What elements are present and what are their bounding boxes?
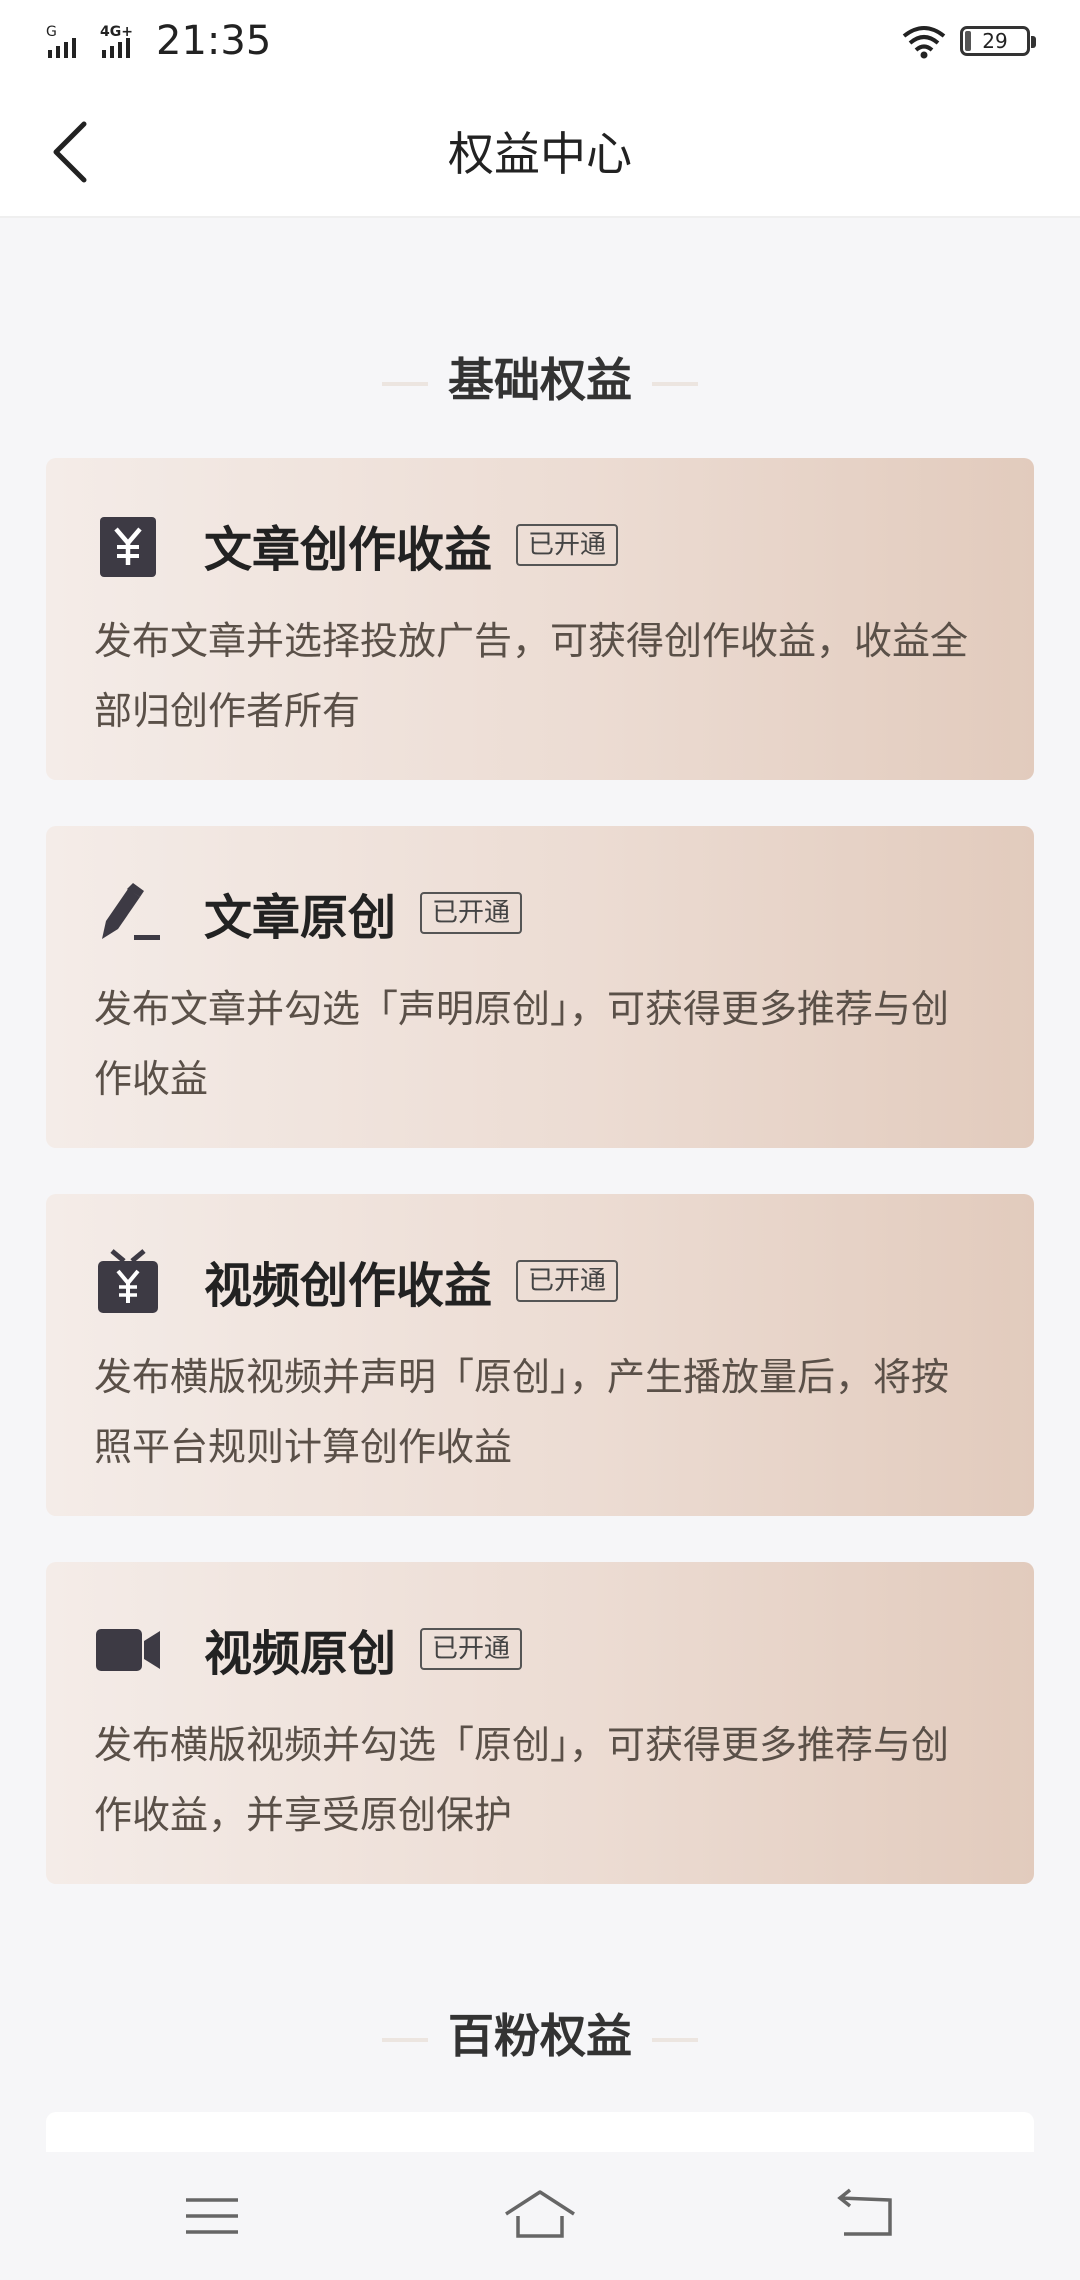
home-icon[interactable]: [500, 2186, 580, 2246]
menu-icon[interactable]: [172, 2186, 252, 2246]
benefit-card-video-original[interactable]: 视频原创 已开通 发布横版视频并勾选「原创」，可获得更多推荐与创作收益，并享受原…: [46, 1562, 1034, 1884]
page-title: 权益中心: [448, 127, 632, 181]
benefit-card-video-income[interactable]: 视频创作收益 已开通 发布横版视频并声明「原创」，产生播放量后，将按照平台规则计…: [46, 1194, 1034, 1516]
card-description: 发布文章并选择投放广告，可获得创作收益，收益全部归创作者所有: [94, 619, 969, 733]
tv-yen-icon: [98, 1249, 158, 1313]
battery-level: 29: [982, 29, 1008, 53]
signal-2-label: 4G+: [100, 24, 133, 40]
card-title: 视频原创: [204, 1626, 397, 1682]
card-description: 发布横版视频并声明「原创」，产生播放量后，将按照平台规则计算创作收益: [94, 1355, 950, 1469]
system-nav-bar: [0, 2152, 1080, 2280]
status-badge: 已开通: [516, 524, 619, 566]
card-description: 发布横版视频并勾选「原创」，可获得更多推荐与创作收益，并享受原创保护: [94, 1723, 950, 1837]
yen-document-icon: [100, 517, 156, 577]
nav-header: 权益中心: [0, 88, 1080, 218]
card-title: 文章原创: [204, 890, 397, 946]
back-icon[interactable]: [830, 2186, 910, 2246]
pen-icon: [102, 883, 160, 940]
signal-1-label: G: [46, 24, 57, 40]
status-badge: 已开通: [420, 892, 523, 934]
section-title-basic: 基础权益: [0, 344, 1080, 410]
status-time: 21:35: [156, 18, 272, 64]
wifi-icon: [902, 26, 946, 59]
card-title: 文章创作收益: [204, 522, 493, 578]
card-title: 视频创作收益: [204, 1258, 493, 1314]
video-camera-icon: [96, 1629, 160, 1671]
benefit-card-article-original[interactable]: 文章原创 已开通 发布文章并勾选「声明原创」，可获得更多推荐与创作收益: [46, 826, 1034, 1148]
section-title-hundred-fans: 百粉权益: [0, 2000, 1080, 2066]
status-badge: 已开通: [420, 1628, 523, 1670]
card-description: 发布文章并勾选「声明原创」，可获得更多推荐与创作收益: [94, 987, 950, 1101]
status-bar: G 4G+ 21:35 29: [0, 0, 1080, 88]
cellular-signal-icon: G 4G+: [46, 24, 133, 58]
status-badge: 已开通: [516, 1260, 619, 1302]
battery-icon: 29: [960, 26, 1030, 56]
benefit-card-article-income[interactable]: 文章创作收益 已开通 发布文章并选择投放广告，可获得创作收益，收益全部归创作者所…: [46, 458, 1034, 780]
